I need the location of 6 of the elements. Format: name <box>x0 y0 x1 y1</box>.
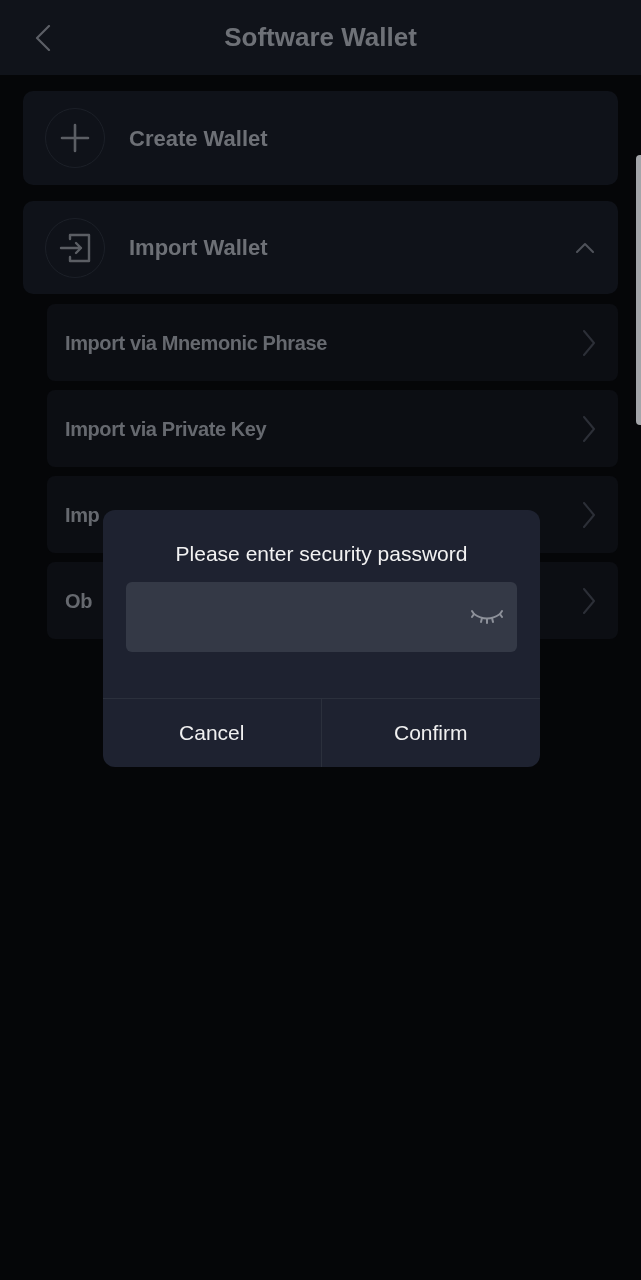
option-label: Import via Private Key <box>65 416 267 442</box>
option-label: Ob <box>65 588 92 614</box>
option-label: Imp <box>65 502 100 528</box>
option-label: Import via Mnemonic Phrase <box>65 330 327 356</box>
dialog-title: Please enter security password <box>175 541 468 567</box>
page-title: Software Wallet <box>223 21 418 54</box>
